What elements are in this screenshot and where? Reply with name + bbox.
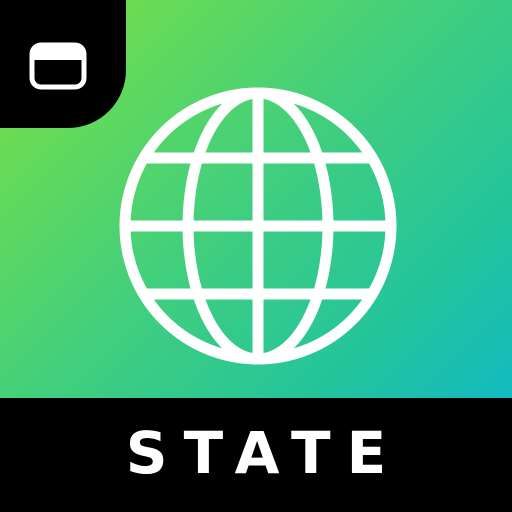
label-bar: STATE — [0, 398, 512, 512]
browser-window-icon — [29, 42, 87, 90]
app-icon[interactable]: STATE — [0, 0, 512, 512]
globe-icon — [119, 87, 397, 365]
app-label: STATE — [125, 419, 403, 487]
corner-badge — [0, 0, 126, 128]
